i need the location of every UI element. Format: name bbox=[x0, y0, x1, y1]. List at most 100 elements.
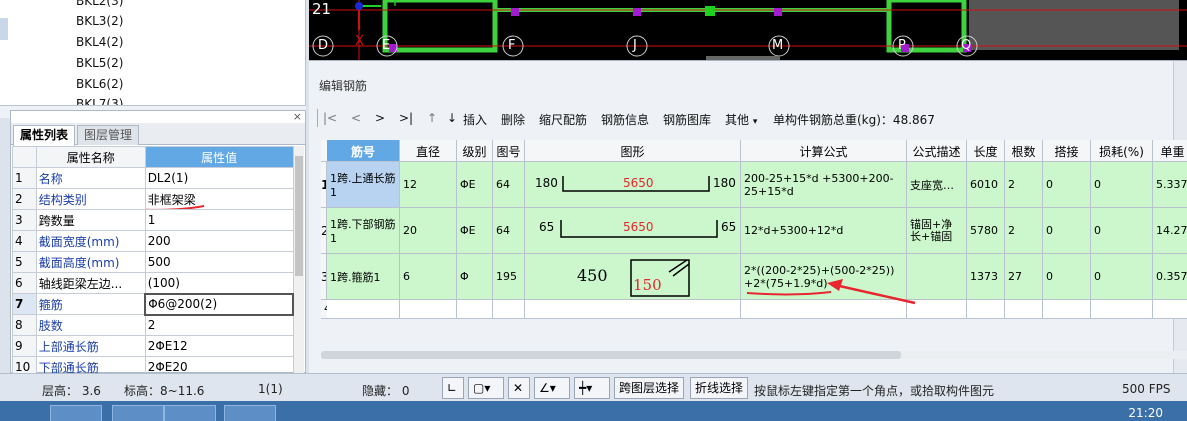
rebar-code[interactable]: 1跨.箍筋1 bbox=[327, 254, 400, 300]
tab-layer-management[interactable]: 图层管理 bbox=[77, 125, 140, 145]
tree-item[interactable]: BKL3(2) bbox=[76, 14, 123, 28]
loss-percent[interactable]: 0 bbox=[1091, 162, 1153, 208]
taskbar-app-button[interactable] bbox=[164, 405, 216, 421]
rebar-code[interactable]: 1跨.上通长筋1 bbox=[327, 162, 400, 208]
diameter[interactable]: 6 bbox=[400, 254, 457, 300]
grid-hscroll-thumb[interactable] bbox=[321, 351, 901, 359]
figure-number[interactable]: 195 bbox=[493, 254, 525, 300]
length[interactable]: 1373 bbox=[967, 254, 1005, 300]
count[interactable]: 2 bbox=[1005, 208, 1043, 254]
tree-item[interactable]: BKL7(3) bbox=[76, 97, 123, 105]
formula-description[interactable]: 锚固+净长+锚固 bbox=[907, 208, 967, 254]
select-box-icon[interactable]: ▢▾ bbox=[468, 377, 504, 399]
insert-button[interactable]: 插入 bbox=[463, 111, 487, 128]
figure-number[interactable]: 64 bbox=[493, 208, 525, 254]
tree-item[interactable]: BKL2(3) bbox=[76, 0, 123, 8]
other-menu-button[interactable]: 其他 ▾ bbox=[725, 111, 757, 128]
move-up-button[interactable]: ↑ bbox=[427, 111, 437, 125]
ortho-mode-icon[interactable]: ∟ bbox=[442, 377, 464, 399]
table-row[interactable]: 3 1跨.箍筋1 6 Φ 195 450 150 2*((200-2*25)+(… bbox=[321, 254, 1187, 300]
taskbar-app-button[interactable] bbox=[112, 405, 164, 421]
tree-item[interactable]: BKL5(2) bbox=[76, 56, 123, 70]
property-row[interactable]: 9 上部通长筋 2ΦE12 bbox=[12, 335, 294, 357]
rebar-shape[interactable]: 450 150 bbox=[525, 254, 741, 300]
cross-select-icon[interactable]: ✕ bbox=[508, 377, 530, 399]
prev-record-button[interactable]: < bbox=[351, 111, 361, 125]
col-header[interactable]: 级别 bbox=[457, 140, 493, 162]
property-value[interactable]: 500 bbox=[144, 251, 294, 273]
tree-item[interactable]: BKL6(2) bbox=[76, 77, 123, 91]
col-header[interactable]: 图形 bbox=[525, 140, 741, 162]
scale-rebar-button[interactable]: 缩尺配筋 bbox=[539, 111, 587, 128]
property-row[interactable]: 7 箍筋 Φ6@200(2) bbox=[12, 292, 294, 316]
property-value[interactable]: 2ΦE12 bbox=[144, 335, 294, 357]
move-down-button[interactable]: ↓ bbox=[447, 111, 457, 125]
property-scrollbar[interactable] bbox=[294, 146, 304, 373]
taskbar-app-button[interactable] bbox=[50, 405, 102, 421]
lap[interactable]: 0 bbox=[1043, 162, 1091, 208]
col-header[interactable]: 公式描述 bbox=[907, 140, 967, 162]
property-value[interactable]: 1 bbox=[144, 209, 294, 231]
diameter[interactable]: 20 bbox=[400, 208, 457, 254]
lap[interactable]: 0 bbox=[1043, 208, 1091, 254]
loss-percent[interactable]: 0 bbox=[1091, 208, 1153, 254]
tab-property-list[interactable]: 属性列表 bbox=[13, 125, 76, 146]
calc-formula[interactable]: 200-25+15*d +5300+200-25+15*d bbox=[741, 162, 907, 208]
tree-item[interactable]: BKL4(2) bbox=[76, 35, 123, 49]
count[interactable]: 27 bbox=[1005, 254, 1043, 300]
rebar-library-button[interactable]: 钢筋图库 bbox=[663, 111, 711, 128]
table-row[interactable]: 2 1跨.下部钢筋1 20 ΦE 64 65 5650 65 12*d+5300… bbox=[321, 208, 1187, 254]
col-header[interactable]: 单重 bbox=[1153, 140, 1187, 162]
taskbar-app-button[interactable] bbox=[224, 405, 276, 421]
col-header[interactable]: 图号 bbox=[493, 140, 525, 162]
grade[interactable]: Φ bbox=[457, 254, 493, 300]
loss-percent[interactable]: 0 bbox=[1091, 254, 1153, 300]
first-record-button[interactable]: |< bbox=[323, 111, 337, 125]
rebar-shape[interactable]: 65 5650 65 bbox=[525, 208, 741, 254]
grade[interactable]: ΦE bbox=[457, 162, 493, 208]
length[interactable]: 6010 bbox=[967, 162, 1005, 208]
col-header[interactable]: 计算公式 bbox=[741, 140, 907, 162]
col-header[interactable]: 根数 bbox=[1005, 140, 1043, 162]
property-row[interactable]: 8 肢数 2 bbox=[12, 314, 294, 336]
lap[interactable]: 0 bbox=[1043, 254, 1091, 300]
property-value[interactable]: (100) bbox=[144, 272, 294, 294]
property-value[interactable]: 2 bbox=[144, 314, 294, 336]
property-row[interactable]: 2 结构类别 非框架梁 bbox=[12, 188, 294, 210]
property-value[interactable]: 非框架梁 bbox=[144, 188, 294, 210]
next-record-button[interactable]: > bbox=[375, 111, 385, 125]
property-row[interactable]: 4 截面宽度(mm) 200 bbox=[12, 230, 294, 252]
rebar-code[interactable]: 1跨.下部钢筋1 bbox=[327, 208, 400, 254]
angle-snap-icon[interactable]: ∠▾ bbox=[534, 377, 570, 399]
taskbar-clock[interactable]: 21:20 bbox=[1128, 406, 1163, 420]
col-header[interactable]: 损耗(%) bbox=[1091, 140, 1153, 162]
col-header[interactable]: 筋号 bbox=[327, 140, 400, 162]
grade[interactable]: ΦE bbox=[457, 208, 493, 254]
property-row[interactable]: 1 名称 DL2(1) bbox=[12, 167, 294, 189]
cad-viewport[interactable]: 21 Y D X E F J M P Q bbox=[309, 0, 1187, 60]
col-header[interactable]: 长度 bbox=[967, 140, 1005, 162]
rebar-info-button[interactable]: 钢筋信息 bbox=[601, 111, 649, 128]
property-value[interactable]: DL2(1) bbox=[144, 167, 294, 189]
property-row[interactable]: 6 轴线距梁左边... (100) bbox=[12, 272, 294, 294]
table-row-empty[interactable]: 4 bbox=[321, 300, 1187, 319]
cross-layer-select-button[interactable]: 跨图层选择 bbox=[614, 377, 685, 399]
scroll-thumb[interactable] bbox=[295, 156, 303, 276]
calc-formula[interactable]: 12*d+5300+12*d bbox=[741, 208, 907, 254]
count[interactable]: 2 bbox=[1005, 162, 1043, 208]
rebar-shape[interactable]: 180 5650 180 bbox=[525, 162, 741, 208]
property-value[interactable]: 200 bbox=[144, 230, 294, 252]
formula-description[interactable]: 支座宽… bbox=[907, 162, 967, 208]
close-icon[interactable]: × bbox=[293, 110, 302, 123]
table-row[interactable]: 1 1跨.上通长筋1 12 ΦE 64 180 5650 180 200-25+… bbox=[321, 162, 1187, 208]
figure-number[interactable]: 64 bbox=[493, 162, 525, 208]
property-row[interactable]: 5 截面高度(mm) 500 bbox=[12, 251, 294, 273]
col-header[interactable]: 直径(mm) bbox=[400, 140, 457, 162]
snap-mode-icon[interactable]: ┿▾ bbox=[574, 377, 610, 399]
polyline-select-button[interactable]: 折线选择 bbox=[690, 377, 749, 399]
col-header[interactable]: 搭接 bbox=[1043, 140, 1091, 162]
delete-button[interactable]: 删除 bbox=[501, 111, 525, 128]
length[interactable]: 5780 bbox=[967, 208, 1005, 254]
last-record-button[interactable]: >| bbox=[399, 111, 413, 125]
diameter[interactable]: 12 bbox=[400, 162, 457, 208]
